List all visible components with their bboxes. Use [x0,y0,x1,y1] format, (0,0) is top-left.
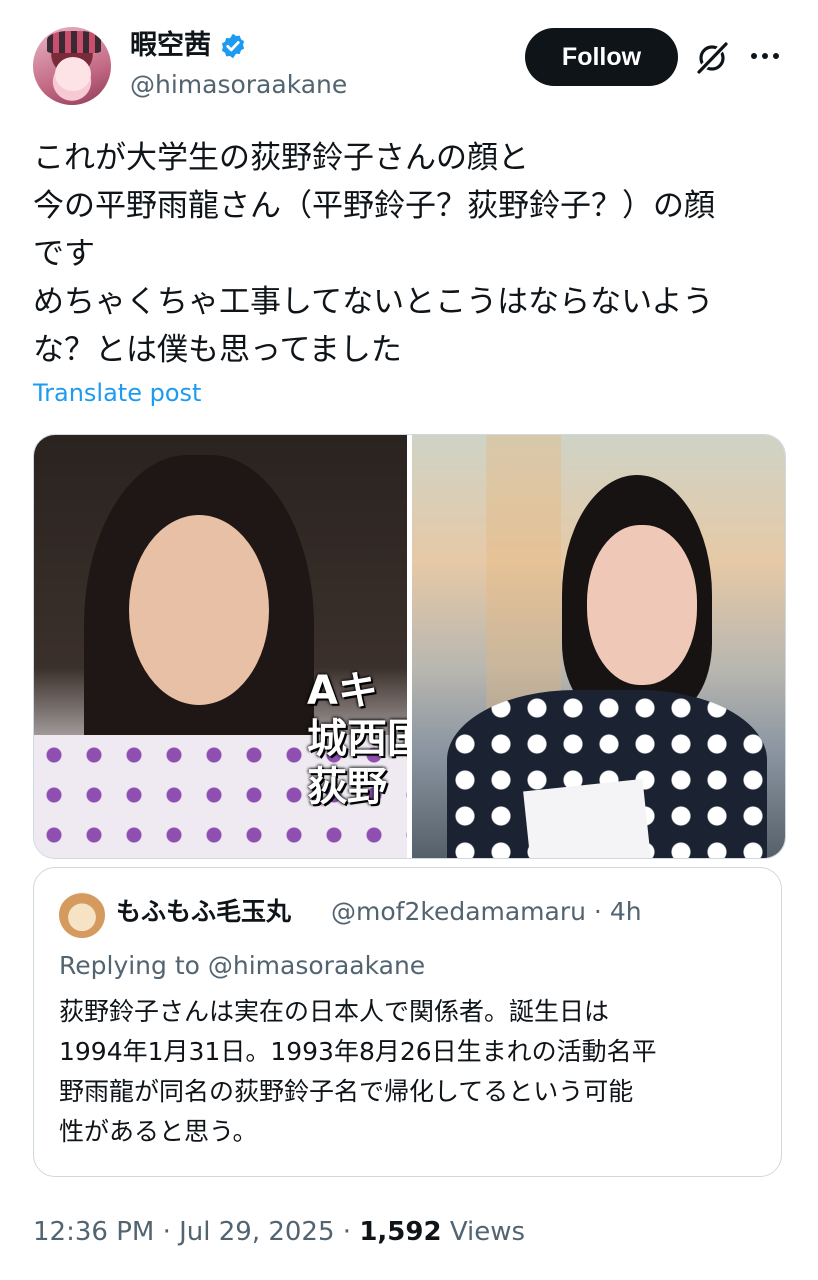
quote-replying-to: Replying to @himasoraakane [59,951,426,980]
post-footer: 12:36 PM · Jul 29, 2025 · 1,592 Views [33,1214,525,1250]
overlay-line: 荻野 [307,764,387,810]
overlay-line: 城西国 [307,716,407,762]
author-avatar[interactable] [33,27,111,105]
overlay-line: Aキ [307,668,378,714]
post-text: これが大学生の荻野鈴子さんの顔と 今の平野雨龍さん（平野鈴子？荻野鈴子？）の顔 … [33,134,793,374]
display-name-text: 暇空茜 [130,30,211,61]
post-line: です [33,236,95,272]
translate-post-link[interactable]: Translate post [33,378,201,408]
quote-line: 荻野鈴子さんは実在の日本人で関係者。誕生日は [59,997,610,1026]
follow-button[interactable]: Follow [525,28,678,86]
photo-left-face [129,515,269,705]
photo-left[interactable]: Aキ 城西国 荻野 [34,435,407,858]
photo-caption-overlay: Aキ 城西国 荻野 [301,667,407,811]
media-grid: Aキ 城西国 荻野 [33,434,786,859]
author-display-name[interactable]: 暇空茜 [130,30,247,62]
avatar-hat [47,31,101,53]
quote-line: 性があると思う。 [59,1117,258,1146]
quote-display-name[interactable]: もふもふ毛玉丸 [116,896,291,928]
post-line: な？とは僕も思ってました [33,332,402,368]
grok-icon[interactable] [694,40,730,76]
photo-right-document [523,778,651,858]
post-timestamp[interactable]: 12:36 PM · Jul 29, 2025 · [33,1217,359,1247]
more-icon[interactable] [748,44,782,68]
photo-right[interactable] [412,435,785,858]
views-count: 1,592 [359,1217,442,1247]
author-handle[interactable]: @himasoraakane [130,70,347,100]
quote-text: 荻野鈴子さんは実在の日本人で関係者。誕生日は 1994年1月31日。1993年8… [59,992,759,1152]
quote-avatar[interactable] [59,892,105,938]
views-label: Views [441,1217,526,1247]
post-line: 今の平野雨龍さん（平野鈴子？荻野鈴子？）の顔 [33,188,715,224]
photo-right-face [587,525,697,685]
verified-badge-icon [221,33,245,59]
avatar-face [55,57,91,91]
quote-line: 野雨龍が同名の荻野鈴子名で帰化してるという可能 [59,1077,634,1106]
quoted-post[interactable]: もふもふ毛玉丸 @mof2kedamamaru · 4h Replying to… [33,867,782,1177]
post-line: めちゃくちゃ工事してないとこうはならないよう [33,284,714,320]
post-line: これが大学生の荻野鈴子さんの顔と [33,140,529,176]
quote-line: 1994年1月31日。1993年8月26日生まれの活動名平 [59,1037,657,1066]
quote-handle-time: @mof2kedamamaru · 4h [331,897,642,926]
